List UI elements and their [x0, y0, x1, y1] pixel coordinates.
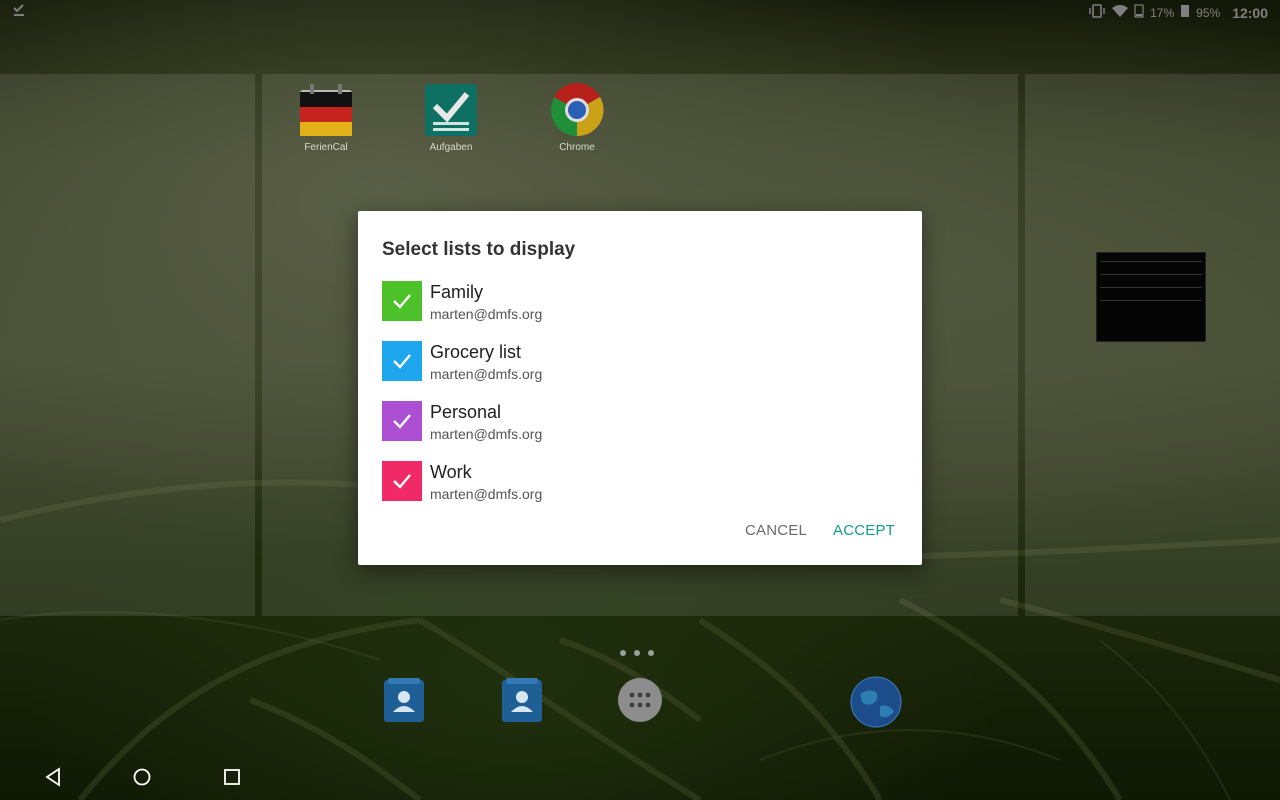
workspace-page-right[interactable] [1025, 74, 1280, 616]
list-item-grocery-list[interactable]: Grocery list marten@dmfs.org [382, 341, 902, 397]
list-item-personal[interactable]: Personal marten@dmfs.org [382, 401, 902, 457]
app-chrome[interactable]: Chrome [532, 82, 622, 153]
dock-contacts-2[interactable] [498, 676, 546, 724]
list-name: Family [430, 282, 483, 302]
checkmark-icon [393, 474, 411, 489]
dock-app-drawer[interactable] [616, 676, 664, 724]
page-dot [620, 650, 626, 656]
list-account: marten@dmfs.org [430, 426, 543, 442]
chrome-icon [549, 82, 605, 138]
task-widget-thumbnail[interactable] [1096, 252, 1206, 342]
checkmark-icon [393, 294, 411, 309]
workspace-page-left[interactable] [0, 74, 255, 616]
checkmark-icon [393, 354, 411, 369]
app-label: Chrome [559, 142, 595, 153]
dock-browser[interactable] [850, 676, 902, 728]
checkmark-icon [393, 414, 411, 429]
list-name: Work [430, 462, 472, 482]
grocery-list-checkbox[interactable] [382, 341, 422, 381]
page-dot [648, 650, 654, 656]
page-dot [634, 650, 640, 656]
list-account: marten@dmfs.org [430, 366, 543, 382]
list-name: Personal [430, 402, 502, 422]
select-lists-dialog: Select lists to display Family marten@dm… [358, 211, 922, 565]
accept-button[interactable]: ACCEPT [829, 520, 899, 541]
contacts-icon [384, 678, 424, 722]
app-label: Aufgaben [429, 142, 473, 153]
dialog-title: Select lists to display [382, 239, 576, 260]
page-indicator [620, 650, 654, 656]
app-aufgaben[interactable]: Aufgaben [406, 82, 496, 153]
work-checkbox[interactable] [382, 461, 422, 501]
list-name: Grocery list [430, 342, 522, 362]
app-feriencal[interactable]: FerienCal [281, 82, 371, 153]
recents-icon [224, 769, 240, 785]
list-account: marten@dmfs.org [430, 306, 543, 322]
recents-button[interactable] [217, 762, 247, 792]
cancel-button[interactable]: CANCEL [741, 520, 811, 541]
globe-icon [850, 676, 902, 728]
list-account: marten@dmfs.org [430, 486, 543, 502]
home-button[interactable] [127, 762, 157, 792]
tasks-check-icon [423, 82, 479, 138]
back-icon [45, 767, 60, 787]
list-item-work[interactable]: Work marten@dmfs.org [382, 461, 902, 517]
back-button[interactable] [38, 762, 68, 792]
app-label: FerienCal [304, 142, 348, 153]
contacts-icon [502, 678, 542, 722]
dock-contacts-1[interactable] [380, 676, 428, 724]
home-icon [133, 768, 151, 786]
list-item-family[interactable]: Family marten@dmfs.org [382, 281, 902, 337]
app-drawer-icon [618, 678, 662, 722]
personal-checkbox[interactable] [382, 401, 422, 441]
german-flag-calendar-icon [298, 82, 354, 138]
family-checkbox[interactable] [382, 281, 422, 321]
